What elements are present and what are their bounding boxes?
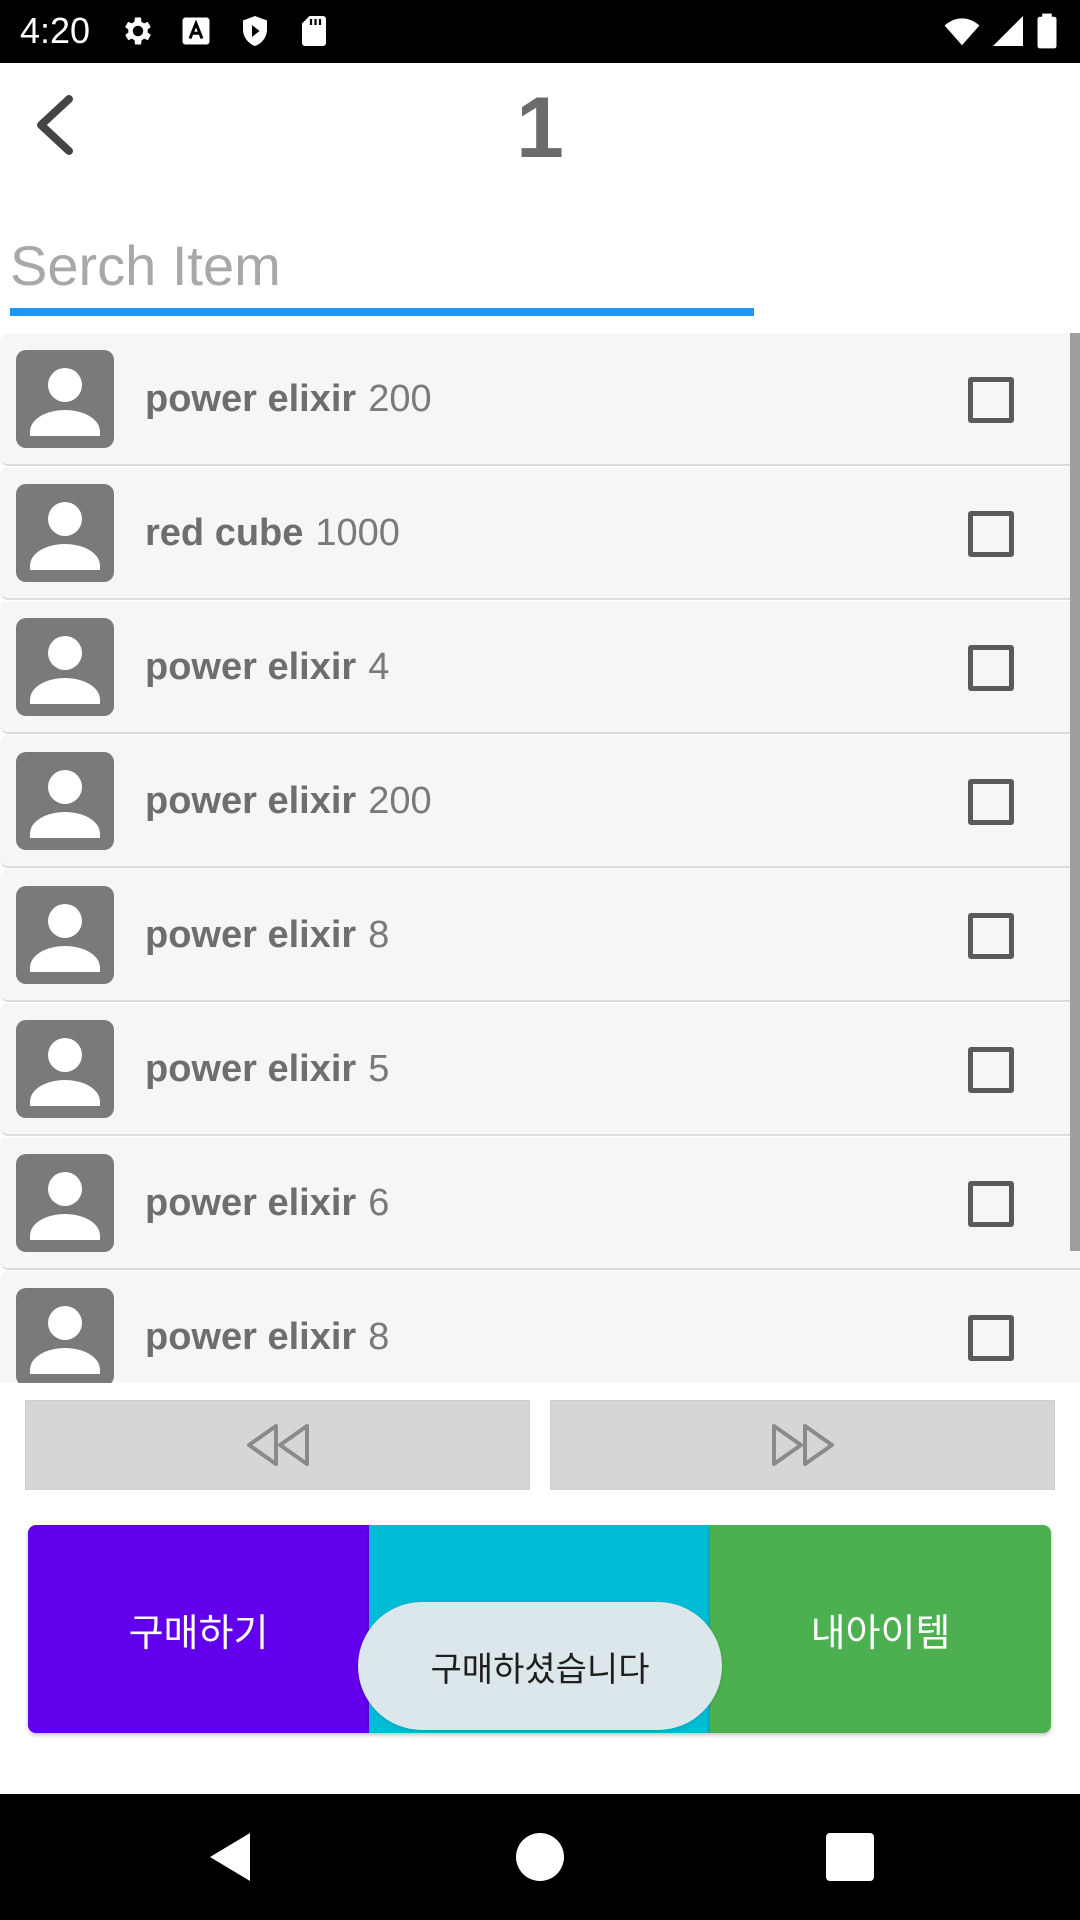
a-icon (178, 12, 214, 50)
person-icon (16, 1288, 114, 1383)
item-checkbox[interactable] (968, 511, 1014, 557)
item-list[interactable]: power elixir 200 red cube 1000 power elixir 4… (0, 333, 1080, 1383)
nav-back-icon (210, 1833, 250, 1881)
list-item[interactable]: power elixir 5 (0, 1003, 1080, 1136)
signal-icon (990, 12, 1026, 50)
nav-recents-button[interactable] (820, 1827, 880, 1887)
item-quantity: 200 (368, 780, 432, 822)
wifi-icon (942, 12, 982, 50)
search-field (10, 220, 754, 316)
item-quantity: 6 (368, 1182, 390, 1224)
item-name: power elixir (145, 1316, 357, 1358)
item-quantity: 8 (368, 1316, 390, 1358)
item-name: power elixir (145, 378, 357, 420)
list-item[interactable]: power elixir 4 (0, 601, 1080, 734)
person-icon (16, 350, 114, 448)
item-checkbox[interactable] (968, 779, 1014, 825)
settings-icon (120, 12, 156, 50)
list-item[interactable]: power elixir 8 (0, 869, 1080, 1002)
rewind-icon (246, 1424, 309, 1466)
person-icon (16, 1020, 114, 1118)
list-item[interactable]: power elixir 6 (0, 1137, 1080, 1270)
search-input[interactable] (10, 220, 754, 310)
prev-page-button[interactable] (25, 1400, 530, 1490)
item-name: power elixir (145, 780, 357, 822)
item-quantity: 5 (368, 1048, 390, 1090)
status-bar: 4:20 (0, 0, 1080, 63)
status-time: 4:20 (20, 10, 91, 51)
item-label: power elixir 200 (145, 333, 432, 466)
shield-icon (237, 12, 273, 50)
app-bar: 1 (0, 63, 1080, 188)
item-quantity: 4 (368, 646, 390, 688)
item-name: power elixir (145, 1048, 357, 1090)
nav-home-icon (516, 1833, 564, 1881)
person-icon (16, 752, 114, 850)
navigation-bar (0, 1794, 1080, 1920)
item-name: red cube (145, 512, 304, 554)
person-icon (16, 1154, 114, 1252)
item-checkbox[interactable] (968, 1047, 1014, 1093)
list-item[interactable]: red cube 1000 (0, 467, 1080, 600)
item-name: power elixir (145, 646, 357, 688)
item-checkbox[interactable] (968, 1181, 1014, 1227)
list-scrollbar[interactable] (1070, 333, 1080, 1251)
item-quantity: 200 (368, 378, 432, 420)
list-item[interactable]: power elixir 200 (0, 735, 1080, 868)
nav-home-button[interactable] (510, 1827, 570, 1887)
item-label: power elixir 4 (145, 601, 389, 734)
screen: 4:20 1 power elixir20 (0, 0, 1080, 1920)
search-underline (10, 308, 754, 316)
item-label: power elixir 5 (145, 1003, 389, 1136)
battery-icon (1034, 12, 1060, 50)
item-label: red cube 1000 (145, 467, 400, 600)
person-icon (16, 484, 114, 582)
item-name: power elixir (145, 1182, 357, 1224)
item-checkbox[interactable] (968, 1315, 1014, 1361)
page-title: 1 (516, 80, 564, 176)
next-page-button[interactable] (550, 1400, 1055, 1490)
nav-recents-icon (826, 1833, 874, 1881)
item-label: power elixir 8 (145, 869, 389, 1002)
item-quantity: 8 (368, 914, 390, 956)
item-label: power elixir 200 (145, 735, 432, 868)
toast-message: 구매하셨습니다 (358, 1602, 722, 1730)
person-icon (16, 886, 114, 984)
item-label: power elixir 8 (145, 1271, 389, 1383)
item-name: power elixir (145, 914, 357, 956)
person-icon (16, 618, 114, 716)
list-item[interactable]: power elixir 200 (0, 333, 1080, 466)
buy-button[interactable]: 구매하기 (28, 1525, 369, 1733)
sd-card-icon (296, 12, 332, 50)
nav-back-button[interactable] (200, 1827, 260, 1887)
item-label: power elixir 6 (145, 1137, 389, 1270)
my-items-button[interactable]: 내아이템 (710, 1525, 1051, 1733)
fast-forward-icon (771, 1424, 834, 1466)
item-checkbox[interactable] (968, 377, 1014, 423)
item-quantity: 1000 (315, 512, 400, 554)
item-checkbox[interactable] (968, 913, 1014, 959)
list-item[interactable]: power elixir 8 (0, 1271, 1080, 1383)
item-checkbox[interactable] (968, 645, 1014, 691)
